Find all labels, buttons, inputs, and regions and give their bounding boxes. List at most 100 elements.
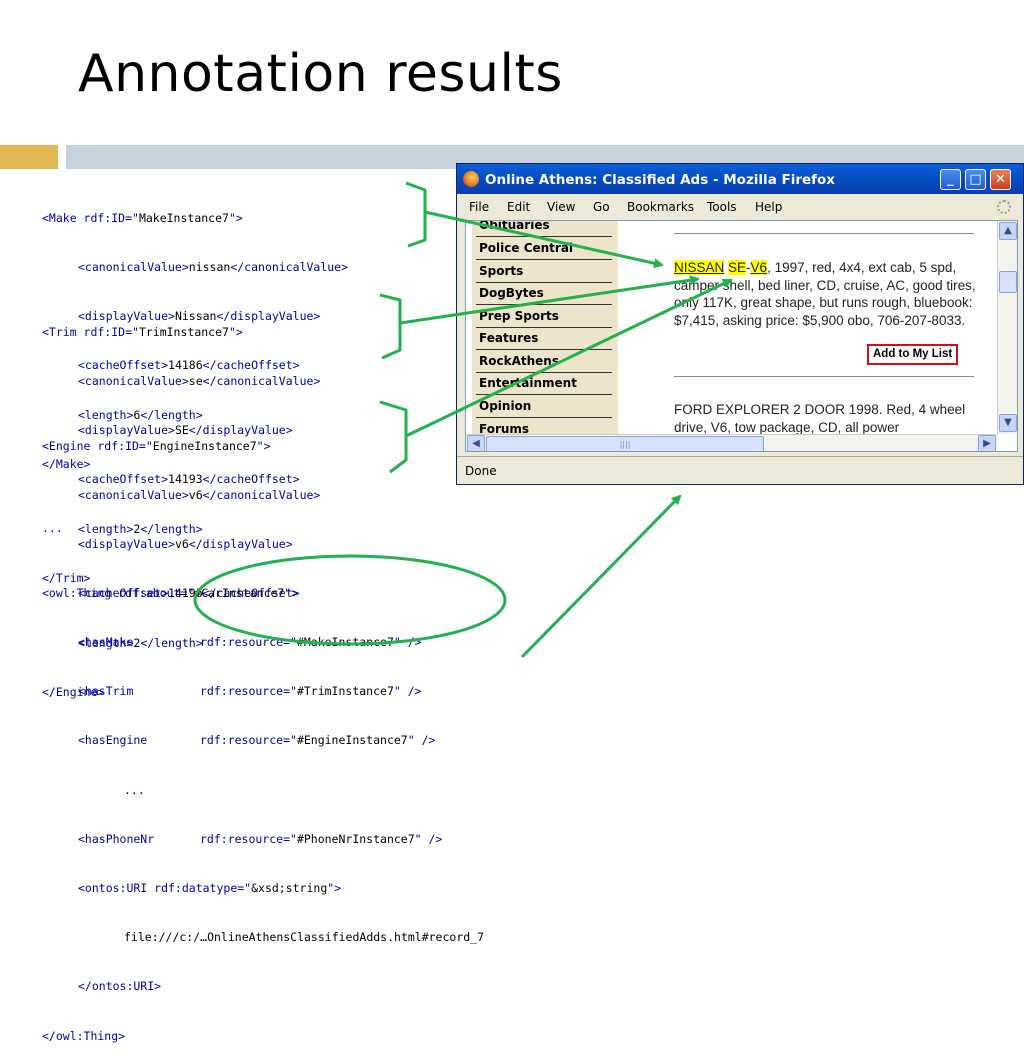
code-line: <displayValue>v6</displayValue> bbox=[42, 536, 320, 552]
minimize-button[interactable]: _ bbox=[940, 169, 961, 190]
code-tag: " /> bbox=[393, 635, 422, 650]
menu-edit[interactable]: Edit bbox=[507, 200, 530, 214]
firefox-logo-icon bbox=[463, 171, 479, 187]
browser-title: Online Athens: Classified Ads - Mozilla … bbox=[485, 172, 836, 188]
divider bbox=[674, 233, 974, 234]
code-line: <Make rdf:ID="MakeInstance7"> bbox=[42, 210, 348, 226]
make-highlight: NISSAN bbox=[674, 260, 725, 275]
code-tag: <hasTrim bbox=[78, 684, 134, 699]
menu-tools[interactable]: Tools bbox=[707, 200, 737, 214]
menu-bookmarks[interactable]: Bookmarks bbox=[627, 200, 694, 214]
code-value: nissan bbox=[188, 260, 231, 275]
code-line: <hasTrim rdf:resource="#TrimInstance7" /> bbox=[42, 683, 484, 699]
code-line: <canonicalValue>se</canonicalValue> bbox=[42, 373, 320, 389]
code-line: <hasEngine rdf:resource="#EngineInstance7… bbox=[42, 732, 484, 748]
code-ellipsis: ... bbox=[42, 521, 63, 535]
add-to-my-list-button[interactable]: Add to My List bbox=[867, 344, 959, 365]
browser-content: Obituaries Police Central Sports DogByte… bbox=[465, 220, 1018, 452]
scroll-down-button[interactable]: ▼ bbox=[999, 414, 1017, 432]
menu-go[interactable]: Go bbox=[593, 200, 610, 214]
make-brace bbox=[405, 181, 427, 248]
code-line: ... bbox=[42, 782, 484, 798]
code-value: #PhoneNrInstance7 bbox=[296, 831, 415, 846]
code-tag: <canonicalValue> bbox=[78, 260, 189, 275]
nav-item-obituaries[interactable]: Obituaries bbox=[476, 221, 612, 237]
nav-item-sports[interactable]: Sports bbox=[476, 261, 612, 283]
vertical-scroll-thumb[interactable] bbox=[999, 271, 1017, 293]
menu-file[interactable]: File bbox=[469, 200, 489, 214]
code-thing-block: <owl:Thing rdf:about="#CarInstance7"> <h… bbox=[42, 552, 484, 1060]
code-line: <hasMake rdf:resource="#MakeInstance7" /> bbox=[42, 634, 484, 650]
code-tag: "> bbox=[327, 881, 342, 896]
maximize-button[interactable]: □ bbox=[965, 169, 986, 190]
trim-brace bbox=[379, 293, 402, 360]
nav-item-opinion[interactable]: Opinion bbox=[476, 396, 612, 418]
accent-bar bbox=[0, 145, 58, 169]
scroll-left-button[interactable]: ◀ bbox=[467, 435, 485, 451]
vertical-scrollbar[interactable]: ▲ ▼ bbox=[997, 221, 1017, 434]
nav-item-dogbytes[interactable]: DogBytes bbox=[476, 283, 612, 305]
code-tag: </owl:Thing> bbox=[42, 1028, 126, 1043]
code-line: <owl:Thing rdf:about="#CarInstance7"> bbox=[42, 585, 484, 601]
scroll-right-button[interactable]: ▶ bbox=[978, 435, 996, 451]
code-tag: rdf:resource=" bbox=[200, 831, 297, 846]
code-tag: <Engine rdf:ID=" bbox=[42, 438, 153, 453]
code-tag: </displayValue> bbox=[188, 537, 293, 552]
code-tag: "> bbox=[228, 324, 243, 339]
code-tag: "> bbox=[256, 438, 271, 453]
horizontal-scrollbar[interactable]: ◀ |||| ▶ bbox=[466, 434, 997, 451]
code-tag: <ontos:URI rdf:datatype=" bbox=[78, 881, 252, 896]
code-tag: <canonicalValue> bbox=[78, 488, 189, 503]
code-value: file:///c:/…OnlineAthensClassifiedAdds.h… bbox=[124, 930, 485, 945]
code-tag: " /> bbox=[414, 831, 443, 846]
slide-title: Annotation results bbox=[78, 44, 563, 104]
code-tag: <owl:Thing rdf:about=" bbox=[42, 585, 195, 600]
code-line: <ontos:URI rdf:datatype="&xsd;string"> bbox=[42, 880, 484, 896]
scroll-up-button[interactable]: ▲ bbox=[999, 222, 1017, 240]
classified-listing: NISSAN SE-V6, 1997, red, 4x4, ext cab, 5… bbox=[620, 221, 997, 451]
browser-title-bar[interactable]: Online Athens: Classified Ads - Mozilla … bbox=[457, 164, 1023, 194]
nav-item-rockathens[interactable]: RockAthens bbox=[476, 351, 612, 373]
nav-item-police-central[interactable]: Police Central bbox=[476, 238, 612, 260]
close-button[interactable]: ✕ bbox=[990, 169, 1011, 190]
code-value: #MakeInstance7 bbox=[296, 635, 394, 650]
code-tag: <displayValue> bbox=[78, 537, 175, 552]
code-value: TrimInstance7 bbox=[138, 324, 229, 339]
code-tag: <Make rdf:ID=" bbox=[42, 210, 139, 225]
engine-highlight: V6 bbox=[750, 260, 768, 275]
code-tag: ... bbox=[124, 782, 145, 797]
code-tag: rdf:resource=" bbox=[200, 635, 297, 650]
divider bbox=[674, 376, 974, 377]
code-tag: <hasMake bbox=[78, 635, 134, 650]
code-tag: </canonicalValue> bbox=[230, 260, 349, 275]
code-tag: <hasPhoneNr bbox=[78, 831, 155, 846]
code-value: v6 bbox=[174, 537, 189, 552]
menu-view[interactable]: View bbox=[547, 200, 575, 214]
code-line: </owl:Thing> bbox=[42, 1028, 484, 1044]
code-value: v6 bbox=[188, 488, 203, 503]
status-bar: Done bbox=[457, 456, 1023, 485]
code-tag: </canonicalValue> bbox=[202, 374, 321, 389]
code-tag: "> bbox=[284, 585, 299, 600]
code-tag: <canonicalValue> bbox=[78, 374, 189, 389]
code-value: MakeInstance7 bbox=[138, 210, 229, 225]
code-value: EngineInstance7 bbox=[152, 438, 257, 453]
engine-brace bbox=[379, 400, 408, 474]
code-value: #TrimInstance7 bbox=[296, 684, 394, 699]
code-line: <canonicalValue>nissan</canonicalValue> bbox=[42, 259, 348, 275]
nav-item-prep-sports[interactable]: Prep Sports bbox=[476, 306, 612, 328]
code-value: &xsd;string bbox=[251, 881, 328, 896]
code-line: file:///c:/…OnlineAthensClassifiedAdds.h… bbox=[42, 929, 484, 945]
code-line: <Trim rdf:ID="TrimInstance7"> bbox=[42, 324, 320, 340]
nav-item-entertainment[interactable]: Entertainment bbox=[476, 373, 612, 395]
nav-item-features[interactable]: Features bbox=[476, 328, 612, 350]
browser-window: Online Athens: Classified Ads - Mozilla … bbox=[456, 163, 1024, 485]
code-tag: rdf:resource=" bbox=[200, 733, 297, 748]
status-text: Done bbox=[465, 464, 497, 478]
code-tag: " /> bbox=[393, 684, 422, 699]
classified-ad-nissan: NISSAN SE-V6, 1997, red, 4x4, ext cab, 5… bbox=[674, 259, 984, 329]
menu-help[interactable]: Help bbox=[755, 200, 782, 214]
throbber-icon bbox=[997, 200, 1011, 214]
horizontal-scroll-thumb[interactable]: |||| bbox=[486, 436, 764, 451]
ad-dash: - bbox=[746, 260, 751, 275]
